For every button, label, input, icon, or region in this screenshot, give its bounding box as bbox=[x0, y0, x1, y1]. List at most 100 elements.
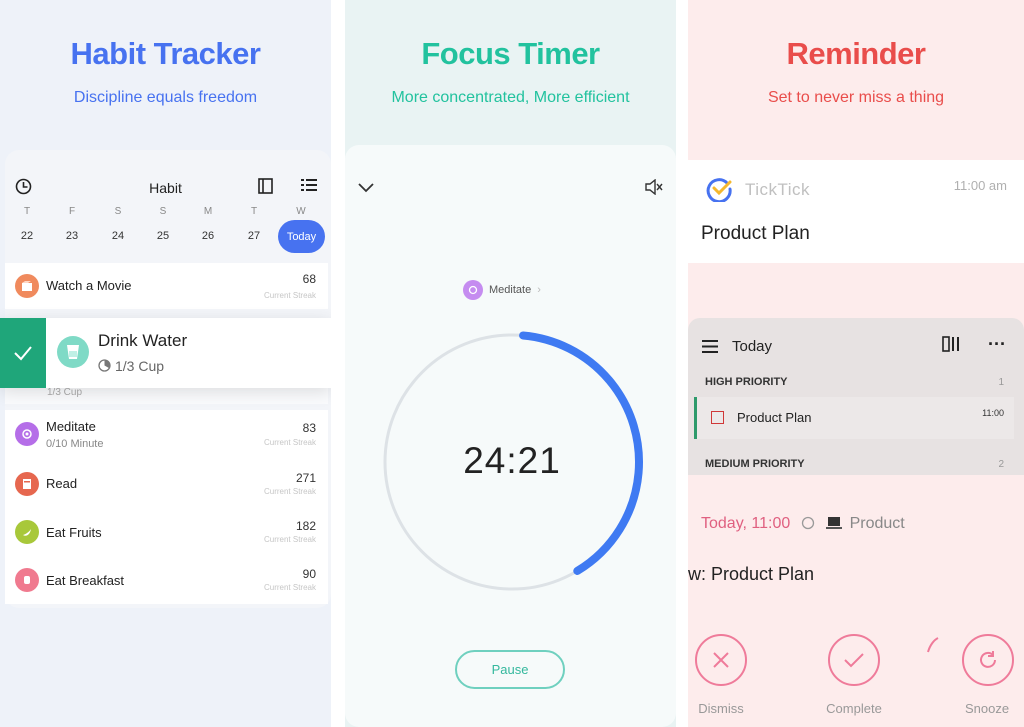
weekday-label: T bbox=[250, 206, 258, 217]
habit-streak-label: Current Streak bbox=[263, 535, 316, 544]
focus-panel-subtitle: More concentrated, More efficient bbox=[391, 89, 630, 106]
notification-app-name: TickTick bbox=[745, 180, 811, 199]
toast-icon bbox=[15, 568, 39, 592]
meditate-icon bbox=[15, 422, 39, 446]
habit-row-read[interactable]: Read 271 Current Streak bbox=[5, 460, 328, 508]
snooze-label: Snooze bbox=[964, 701, 1010, 716]
reminder-detail-line: Today, 11:00 Product bbox=[701, 515, 905, 535]
banana-icon bbox=[15, 520, 39, 544]
weekday-label: S bbox=[114, 206, 122, 217]
notification-time: 11:00 am bbox=[953, 178, 1007, 193]
pause-button[interactable]: Pause bbox=[455, 650, 565, 689]
snooze-button[interactable] bbox=[962, 634, 1014, 686]
notification-card[interactable] bbox=[688, 160, 1024, 263]
habit-name: Eat Fruits bbox=[46, 525, 102, 540]
task-checkbox[interactable] bbox=[711, 411, 724, 424]
habit-name: Meditate bbox=[46, 419, 96, 434]
drink-water-progress: 1/3 Cup bbox=[98, 358, 164, 375]
focus-task-name: Meditate bbox=[489, 284, 532, 296]
habit-name: Watch a Movie bbox=[46, 278, 132, 293]
list-title: Today bbox=[732, 338, 773, 355]
weekday-label: F bbox=[68, 206, 76, 217]
dismiss-label: Dismiss bbox=[698, 701, 744, 716]
task-row-product-plan[interactable]: Product Plan 11:00 bbox=[694, 397, 1014, 439]
habit-row-drink-water[interactable]: Drink Water 1/3 Cup bbox=[0, 318, 331, 388]
chevron-right-icon: › bbox=[537, 284, 541, 296]
kanban-icon[interactable] bbox=[942, 336, 960, 357]
weekday-label: S bbox=[159, 206, 167, 217]
movie-icon bbox=[15, 274, 39, 298]
focus-panel-title: Focus Timer bbox=[421, 36, 600, 71]
date-cell[interactable]: 22 bbox=[12, 230, 42, 242]
habit-panel-subtitle: Discipline equals freedom bbox=[73, 89, 258, 106]
weekday-label: T bbox=[23, 206, 31, 217]
partial-arc-icon bbox=[926, 636, 940, 654]
habit-row-eat-fruits[interactable]: Eat Fruits 182 Current Streak bbox=[5, 508, 328, 556]
habit-count: 90 bbox=[302, 567, 316, 581]
today-date-pill[interactable]: Today bbox=[278, 220, 325, 253]
timer-countdown: 24:21 bbox=[463, 440, 561, 481]
habit-count: 83 bbox=[302, 421, 316, 435]
task-time: 11:00 bbox=[982, 408, 1004, 418]
weekday-label: W bbox=[296, 206, 306, 217]
habit-tracker-panel: Habit Tracker Discipline equals freedom … bbox=[0, 0, 331, 727]
meditate-icon bbox=[463, 280, 483, 300]
date-cell[interactable]: 26 bbox=[193, 230, 223, 242]
complete-button[interactable] bbox=[828, 634, 880, 686]
date-cell[interactable]: 23 bbox=[57, 230, 87, 242]
habit-streak-label: Current Streak bbox=[263, 583, 316, 592]
habit-name: Read bbox=[46, 476, 78, 491]
refresh-icon bbox=[980, 651, 996, 668]
water-cup-icon bbox=[57, 336, 89, 368]
dismiss-button[interactable] bbox=[695, 634, 747, 686]
reminder-time: Today, 11:00 bbox=[701, 515, 791, 532]
habit-row-watch-movie[interactable]: Watch a Movie 68 Current Streak bbox=[5, 263, 328, 309]
date-cell[interactable]: 25 bbox=[148, 230, 178, 242]
weekday-label: M bbox=[203, 206, 213, 217]
habit-streak-label: Current Streak bbox=[263, 487, 316, 496]
reminder-task: Product bbox=[849, 515, 905, 532]
complete-label: Complete bbox=[826, 701, 882, 716]
drink-water-sub: 1/3 Cup bbox=[115, 358, 165, 374]
focus-task-chip[interactable]: Meditate › bbox=[463, 280, 541, 300]
notebook-icon[interactable] bbox=[258, 178, 273, 199]
habit-row-eat-breakfast[interactable]: Eat Breakfast 90 Current Streak bbox=[5, 556, 328, 604]
close-icon bbox=[713, 652, 729, 668]
list-view-icon[interactable] bbox=[301, 178, 317, 197]
medium-priority-header: MEDIUM PRIORITY bbox=[705, 458, 805, 470]
habit-count: 271 bbox=[295, 471, 316, 485]
habit-streak-label: Current Streak bbox=[263, 438, 316, 447]
notification-title: Product Plan bbox=[701, 223, 810, 244]
medium-priority-count: 2 bbox=[998, 459, 1004, 470]
habit-panel-title: Habit Tracker bbox=[70, 36, 261, 71]
reminder-panel: Reminder Set to never miss a thing TickT… bbox=[688, 0, 1024, 727]
more-icon[interactable]: ··· bbox=[988, 334, 1006, 355]
date-cell[interactable]: 27 bbox=[239, 230, 269, 242]
hidden-drink-sub: 1/3 Cup bbox=[47, 387, 83, 398]
date-cell[interactable]: 24 bbox=[103, 230, 133, 242]
repeat-icon bbox=[801, 516, 815, 535]
task-name: Product Plan bbox=[737, 410, 812, 425]
menu-icon[interactable] bbox=[702, 338, 718, 358]
check-icon[interactable] bbox=[0, 318, 46, 388]
habit-count: 182 bbox=[295, 519, 316, 533]
habit-name: Eat Breakfast bbox=[46, 573, 125, 588]
ticktick-logo-icon bbox=[706, 178, 732, 202]
check-icon bbox=[844, 653, 864, 668]
laptop-icon bbox=[825, 516, 843, 535]
reminder-big-title: w: Product Plan bbox=[688, 564, 815, 584]
reminder-panel-subtitle: Set to never miss a thing bbox=[767, 89, 945, 106]
book-icon bbox=[15, 472, 39, 496]
drink-water-name: Drink Water bbox=[98, 331, 188, 350]
habit-header-title: Habit bbox=[149, 180, 182, 196]
focus-timer-panel: Focus Timer More concentrated, More effi… bbox=[345, 0, 676, 727]
high-priority-header: HIGH PRIORITY bbox=[705, 376, 788, 388]
habit-count: 68 bbox=[302, 272, 316, 286]
habit-streak-label: Current Streak bbox=[263, 291, 316, 300]
mute-icon[interactable] bbox=[645, 178, 663, 200]
chevron-down-icon[interactable] bbox=[358, 180, 374, 198]
habit-row-meditate[interactable]: Meditate 0/10 Minute 83 Current Streak bbox=[5, 410, 328, 460]
high-priority-count: 1 bbox=[998, 377, 1004, 388]
habit-progress: 0/10 Minute bbox=[46, 438, 104, 450]
pie-progress-icon bbox=[98, 359, 111, 375]
